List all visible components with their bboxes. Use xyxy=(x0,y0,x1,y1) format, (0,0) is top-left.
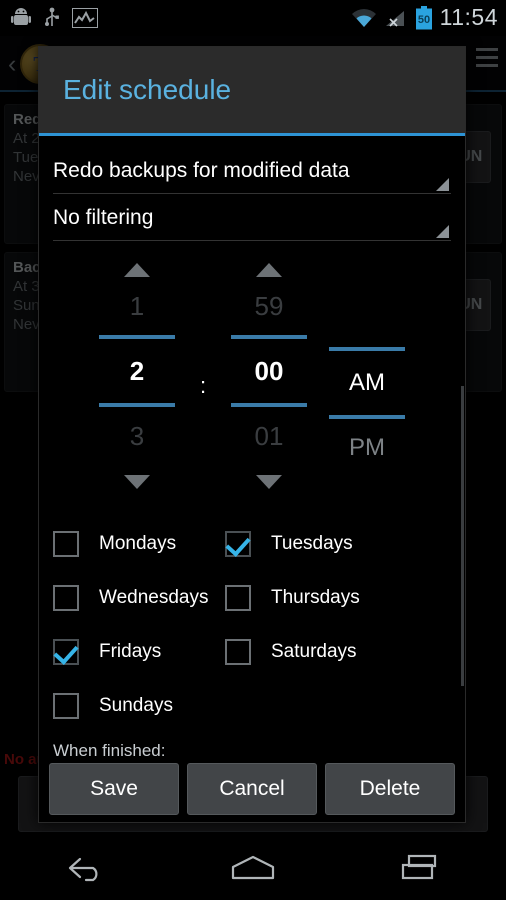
back-icon xyxy=(60,853,108,883)
wifi-icon xyxy=(351,7,377,29)
hour-increment-icon[interactable] xyxy=(124,263,150,277)
checkbox-sundays[interactable]: Sundays xyxy=(53,693,225,719)
checkbox-icon[interactable] xyxy=(53,693,79,719)
hour-decrement-icon[interactable] xyxy=(124,475,150,489)
ampm-value[interactable]: AM xyxy=(349,351,385,415)
hour-next-value: 3 xyxy=(130,407,144,465)
save-button[interactable]: Save xyxy=(49,763,179,815)
status-bar-right-icons: 50 11:54 xyxy=(351,0,498,36)
checkbox-label: Fridays xyxy=(99,641,161,663)
battery-icon: 50 xyxy=(415,6,433,30)
checkbox-icon-checked[interactable] xyxy=(53,639,79,665)
nav-home-button[interactable] xyxy=(208,836,298,900)
checkbox-thursdays[interactable]: Thursdays xyxy=(225,585,397,611)
dialog-button-bar: Save Cancel Delete xyxy=(39,756,465,822)
screenshot-icon xyxy=(72,8,98,28)
ampm-picker[interactable]: AM PM xyxy=(318,253,416,477)
minute-value[interactable]: 00 xyxy=(255,339,284,403)
checkbox-label: Saturdays xyxy=(271,641,357,663)
status-bar-clock: 11:54 xyxy=(440,6,498,31)
delete-button[interactable]: Delete xyxy=(325,763,455,815)
checkbox-icon[interactable] xyxy=(225,639,251,665)
chevron-down-icon xyxy=(436,225,449,238)
home-icon xyxy=(226,853,280,883)
checkbox-label: Wednesdays xyxy=(99,587,209,609)
status-bar-left-icons xyxy=(10,0,98,36)
checkbox-mondays[interactable]: Mondays xyxy=(53,531,225,557)
time-separator: : xyxy=(186,253,220,399)
status-bar: 50 11:54 xyxy=(0,0,506,36)
checkbox-icon[interactable] xyxy=(225,585,251,611)
android-robot-icon xyxy=(10,7,32,29)
edit-schedule-dialog: Edit schedule Redo backups for modified … xyxy=(38,46,466,823)
checkbox-fridays[interactable]: Fridays xyxy=(53,639,225,665)
hour-prev-value: 1 xyxy=(130,277,144,335)
ampm-next-value: PM xyxy=(349,419,385,477)
checkbox-label: Sundays xyxy=(99,695,173,717)
dialog-title: Edit schedule xyxy=(63,76,231,104)
minute-next-value: 01 xyxy=(255,407,284,465)
dialog-scrollbar[interactable] xyxy=(461,386,464,686)
android-screen: 50 11:54 ‹ T Redo backups for modified d… xyxy=(0,0,506,900)
day-row: Wednesdays Thursdays xyxy=(53,571,451,625)
dialog-title-bar: Edit schedule xyxy=(39,47,465,133)
hour-value[interactable]: 2 xyxy=(130,339,144,403)
day-row: Fridays Saturdays xyxy=(53,625,451,679)
day-row: Mondays Tuesdays xyxy=(53,517,451,571)
recents-icon xyxy=(397,853,447,883)
checkbox-icon[interactable] xyxy=(53,585,79,611)
day-row: Sundays xyxy=(53,679,451,733)
chevron-down-icon xyxy=(436,178,449,191)
minute-prev-value: 59 xyxy=(255,277,284,335)
checkbox-label: Mondays xyxy=(99,533,176,555)
dialog-body: Redo backups for modified data No filter… xyxy=(39,136,465,756)
minute-decrement-icon[interactable] xyxy=(256,475,282,489)
action-spinner[interactable]: Redo backups for modified data xyxy=(53,148,451,194)
hour-picker[interactable]: 1 2 3 xyxy=(88,253,186,489)
android-nav-bar xyxy=(0,836,506,900)
checkbox-label: Thursdays xyxy=(271,587,360,609)
checkbox-label: Tuesdays xyxy=(271,533,353,555)
checkbox-wednesdays[interactable]: Wednesdays xyxy=(53,585,225,611)
checkbox-saturdays[interactable]: Saturdays xyxy=(225,639,397,665)
checkbox-tuesdays[interactable]: Tuesdays xyxy=(225,531,397,557)
no-signal-icon xyxy=(384,7,408,29)
minute-picker[interactable]: 59 00 01 xyxy=(220,253,318,489)
filter-spinner-value: No filtering xyxy=(53,206,153,230)
minute-increment-icon[interactable] xyxy=(256,263,282,277)
day-checkbox-group: Mondays Tuesdays Wednesdays Thursdays xyxy=(39,517,465,733)
cancel-button[interactable]: Cancel xyxy=(187,763,317,815)
checkbox-icon-checked[interactable] xyxy=(225,531,251,557)
time-separator-colon: : xyxy=(200,373,206,399)
when-finished-label: When finished: xyxy=(39,733,465,756)
nav-back-button[interactable] xyxy=(39,836,129,900)
time-picker: 1 2 3 : 59 00 01 xyxy=(39,253,465,503)
nav-recents-button[interactable] xyxy=(377,836,467,900)
svg-text:50: 50 xyxy=(418,14,430,26)
filter-spinner[interactable]: No filtering xyxy=(53,195,451,241)
checkbox-icon[interactable] xyxy=(53,531,79,557)
usb-icon xyxy=(44,7,60,29)
action-spinner-value: Redo backups for modified data xyxy=(53,159,350,183)
